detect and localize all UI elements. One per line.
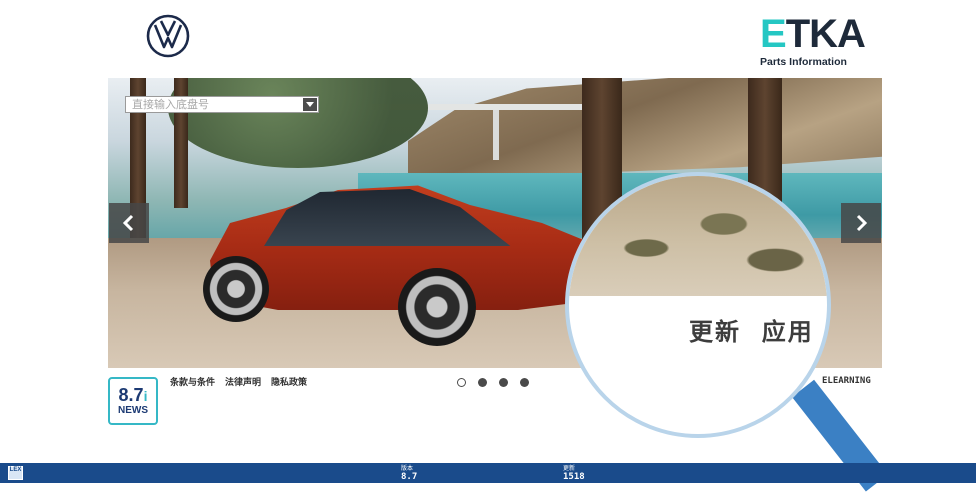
legal-notice-link[interactable]: 法律声明 [225, 375, 261, 388]
info-icon: i [143, 388, 148, 404]
status-bar [0, 463, 976, 483]
update-info: 更新 1518 [563, 465, 585, 482]
magnified-app-label: 应用 [761, 317, 814, 346]
news-label: NEWS [118, 405, 148, 416]
etka-wordmark: ETKA [760, 12, 866, 56]
news-version: 8.7i [118, 385, 148, 405]
carousel-dot-4[interactable] [520, 378, 529, 387]
lex-app-icon[interactable]: LEX [8, 466, 23, 480]
carousel-prev-button[interactable] [109, 203, 149, 243]
news-badge[interactable]: 8.7i NEWS [108, 377, 158, 425]
chassis-number-input[interactable] [126, 97, 303, 112]
car-wheel-rear [203, 256, 269, 322]
etka-logo: ETKA Parts Information [760, 14, 868, 70]
banner-bridge-pillar [493, 110, 499, 160]
carousel-dot-2[interactable] [478, 378, 487, 387]
version-value: 8.7 [401, 472, 418, 482]
privacy-policy-link[interactable]: 隐私政策 [271, 375, 307, 388]
magnified-update-label: 更新 [689, 317, 741, 346]
carousel-dot-1[interactable] [457, 378, 466, 387]
chassis-search-box [125, 96, 319, 113]
footer-links: 条款与条件 法律声明 隐私政策 [170, 375, 307, 388]
update-label: 更新 [563, 465, 576, 472]
car-wheel-front [398, 268, 476, 346]
vw-logo [146, 14, 190, 58]
chevron-left-icon [122, 214, 134, 232]
carousel-indicators [457, 378, 529, 387]
terms-link[interactable]: 条款与条件 [170, 375, 215, 388]
search-dropdown-button[interactable] [303, 98, 317, 111]
banner-foliage [168, 78, 428, 168]
update-value: 1518 [563, 472, 585, 482]
elearning-link[interactable]: ELEARNING [822, 376, 871, 386]
carousel-next-button[interactable] [841, 203, 881, 243]
caret-down-icon [306, 102, 314, 107]
carousel-dot-3[interactable] [499, 378, 508, 387]
magnifier-lens: 更新 应用 [565, 172, 831, 438]
chevron-right-icon [856, 214, 868, 232]
magnifier-text: 更新 应用 [689, 312, 814, 347]
version-info: 版本 8.7 [401, 465, 417, 482]
magnifier-zoomed-image [569, 176, 827, 296]
etka-subtitle: Parts Information [760, 56, 847, 68]
banner-cliff [408, 78, 882, 183]
version-label: 版本 [401, 465, 414, 472]
